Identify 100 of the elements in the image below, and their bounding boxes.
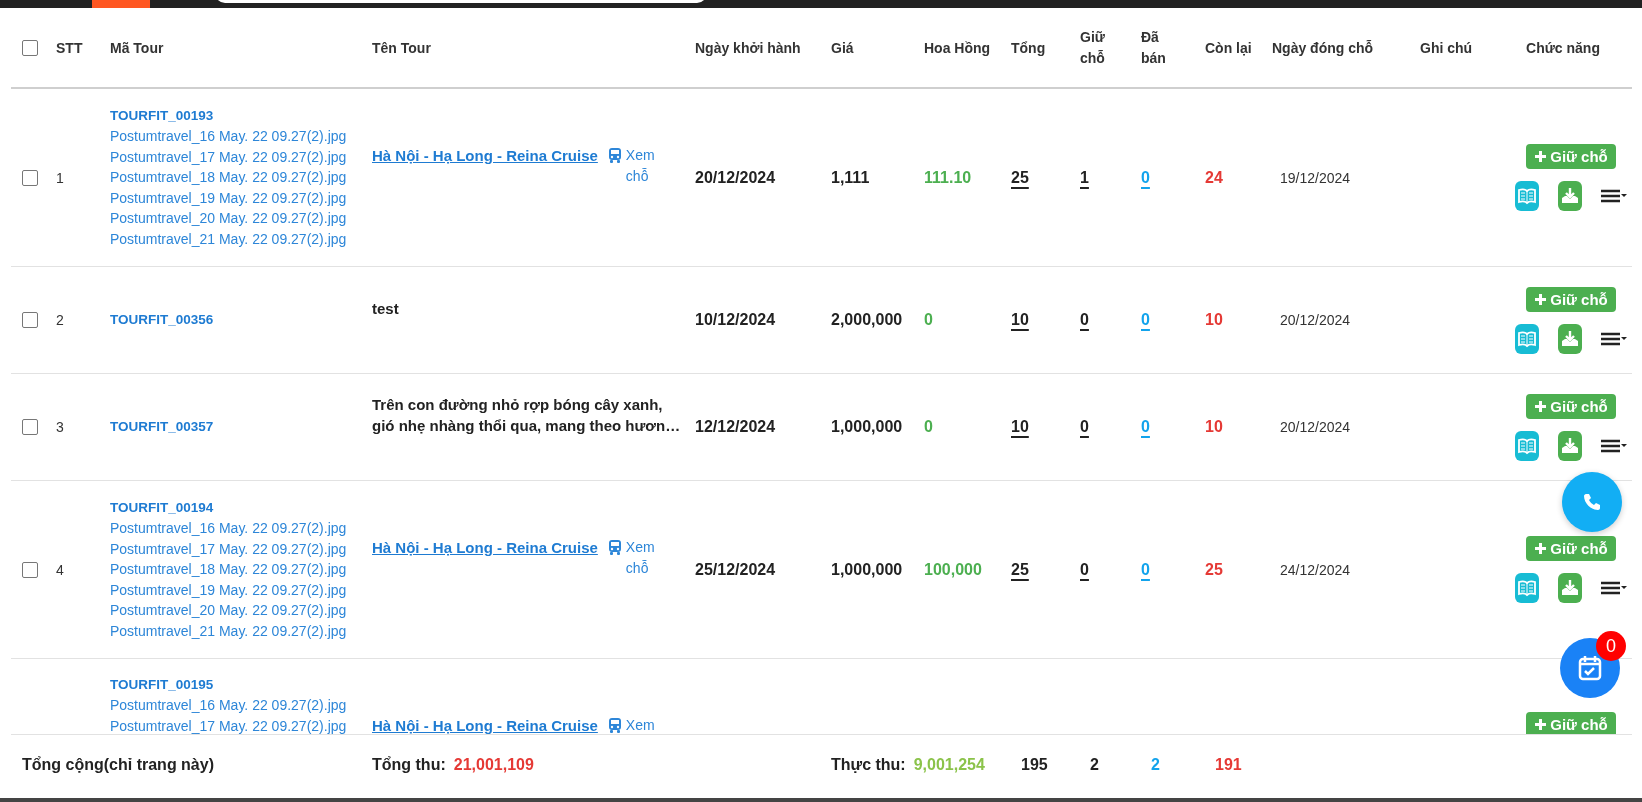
- tour-link[interactable]: Hà Nội - Hạ Long - Reina Cruise: [372, 146, 598, 164]
- commission: 0: [924, 311, 933, 328]
- file-link[interactable]: Postumtravel_18 May. 22 09.27(2).jpg: [110, 167, 347, 188]
- menu-icon[interactable]: [1601, 437, 1627, 454]
- tour-name: Trên con đường nhỏ rợp bóng cây xanh, gió nhẹ nhàng thổi qua, mang theo hươn…: [372, 396, 681, 434]
- view-seats-link[interactable]: Xem chỗ: [625, 536, 655, 579]
- sold-seats[interactable]: 0: [1141, 418, 1150, 436]
- column-header: STT: [56, 39, 83, 56]
- total-seats[interactable]: 10: [1011, 311, 1029, 329]
- book-icon[interactable]: [1515, 573, 1539, 603]
- tour-code[interactable]: TOURFIT_00195: [110, 675, 214, 695]
- column-header: Tên Tour: [372, 39, 431, 56]
- calendar-icon: [1577, 654, 1603, 682]
- tour-code[interactable]: TOURFIT_00193: [110, 106, 214, 126]
- tour-code[interactable]: TOURFIT_00194: [110, 498, 214, 518]
- view-seats-link[interactable]: Xem chỗ: [625, 144, 655, 187]
- hold-seat-button[interactable]: Giữ chỗ: [1526, 286, 1616, 312]
- book-icon[interactable]: [1515, 181, 1539, 211]
- tour-link[interactable]: Hà Nội - Hạ Long - Reina Cruise: [372, 538, 598, 556]
- file-link[interactable]: Postumtravel_21 May. 22 09.27(2).jpg: [110, 228, 347, 249]
- tour-code[interactable]: TOURFIT_00357: [110, 417, 214, 437]
- sold-seats[interactable]: 0: [1141, 168, 1150, 187]
- price: 2,000,000: [831, 311, 903, 328]
- column-header: Mã Tour: [110, 39, 164, 56]
- hold-seat-button[interactable]: Giữ chỗ: [1526, 144, 1616, 169]
- view-seats-link[interactable]: Xem: [625, 715, 655, 734]
- row-number: 3: [56, 419, 64, 435]
- column-header: Chức năng: [1526, 39, 1600, 56]
- file-link[interactable]: Postumtravel_16 May. 22 09.27(2).jpg: [110, 126, 347, 147]
- net-revenue-label: Thực thu:: [831, 756, 906, 773]
- remaining-sum: 191: [1215, 756, 1242, 773]
- download-icon[interactable]: [1558, 323, 1582, 354]
- checkbox[interactable]: [22, 169, 38, 186]
- download-icon[interactable]: [1558, 181, 1582, 211]
- sold-seats[interactable]: 0: [1141, 311, 1150, 329]
- departure-date: 20/12/2024: [695, 168, 776, 186]
- sold-seats[interactable]: 0: [1141, 560, 1150, 579]
- revenue-label: Tổng thu:: [372, 756, 446, 773]
- file-link[interactable]: Postumtravel_17 May. 22 09.27(2).jpg: [110, 146, 347, 167]
- download-icon[interactable]: [1558, 430, 1582, 461]
- bus-icon: [607, 718, 622, 733]
- held-seats[interactable]: 0: [1080, 560, 1089, 579]
- remaining-seats: 10: [1205, 311, 1223, 329]
- price: 1,000,000: [831, 560, 903, 578]
- row-number: 4: [56, 561, 64, 578]
- hold-seat-button[interactable]: Giữ chỗ: [1526, 536, 1616, 561]
- price: 1,111: [831, 168, 870, 186]
- checkbox[interactable]: [22, 419, 38, 435]
- menu-icon[interactable]: [1601, 188, 1627, 204]
- book-icon[interactable]: [1515, 430, 1539, 461]
- closing-date: 19/12/2024: [1279, 169, 1351, 186]
- file-link[interactable]: Postumtravel_16 May. 22 09.27(2).jpg: [110, 518, 347, 539]
- held-seats[interactable]: 0: [1080, 311, 1089, 329]
- total-seats[interactable]: 25: [1011, 168, 1029, 187]
- file-link[interactable]: Postumtravel_19 May. 22 09.27(2).jpg: [110, 579, 347, 600]
- checkbox[interactable]: [22, 312, 38, 328]
- column-header: Tổng: [1011, 39, 1046, 56]
- remaining-seats: 10: [1205, 418, 1223, 436]
- file-link[interactable]: Postumtravel_16 May. 22 09.27(2).jpg: [110, 695, 347, 716]
- checkbox[interactable]: [22, 561, 38, 578]
- column-header: Hoa Hồng: [924, 39, 991, 56]
- column-header: Đã bán: [1141, 27, 1166, 68]
- hold-seat-button[interactable]: Giữ chỗ: [1526, 712, 1616, 734]
- checkbox[interactable]: [22, 39, 38, 56]
- departure-date: 10/12/2024: [695, 311, 776, 328]
- column-header: Còn lại: [1205, 39, 1252, 56]
- net-revenue-value: 9,001,254: [913, 756, 985, 773]
- held-seats[interactable]: 1: [1080, 168, 1089, 187]
- file-link[interactable]: Postumtravel_17 May. 22 09.27(2).jpg: [110, 715, 347, 734]
- menu-icon[interactable]: [1601, 330, 1627, 347]
- file-link[interactable]: Postumtravel_19 May. 22 09.27(2).jpg: [110, 187, 347, 208]
- tour-name: test: [372, 299, 399, 317]
- tour-link[interactable]: Hà Nội - Hạ Long - Reina Cruise: [372, 717, 598, 734]
- held-sum: 2: [1090, 756, 1099, 773]
- file-link[interactable]: Postumtravel_20 May. 22 09.27(2).jpg: [110, 600, 347, 621]
- price: 1,000,000: [831, 418, 903, 435]
- menu-icon[interactable]: [1601, 580, 1627, 596]
- hold-seat-button[interactable]: Giữ chỗ: [1526, 393, 1616, 419]
- departure-date: 25/12/2024: [695, 560, 776, 578]
- phone-button[interactable]: [1562, 472, 1622, 532]
- column-header: Giữ chỗ: [1080, 27, 1105, 68]
- remaining-seats: 24: [1205, 168, 1223, 187]
- total-seats[interactable]: 10: [1011, 418, 1029, 436]
- column-header: Ngày đóng chỗ: [1272, 39, 1374, 56]
- commission: 111.10: [924, 168, 972, 186]
- row-number: 1: [56, 169, 64, 186]
- total-sum: 195: [1021, 756, 1048, 773]
- plus-icon: [1534, 150, 1548, 163]
- download-icon[interactable]: [1558, 573, 1582, 603]
- bus-icon: [607, 539, 622, 555]
- book-icon[interactable]: [1515, 323, 1539, 354]
- tour-code[interactable]: TOURFIT_00356: [110, 310, 214, 330]
- held-seats[interactable]: 0: [1080, 418, 1089, 436]
- column-header: Ghi chú: [1420, 39, 1473, 56]
- file-link[interactable]: Postumtravel_21 May. 22 09.27(2).jpg: [110, 620, 347, 641]
- total-seats[interactable]: 25: [1011, 560, 1029, 579]
- file-link[interactable]: Postumtravel_17 May. 22 09.27(2).jpg: [110, 538, 347, 559]
- file-link[interactable]: Postumtravel_18 May. 22 09.27(2).jpg: [110, 559, 347, 580]
- file-link[interactable]: Postumtravel_20 May. 22 09.27(2).jpg: [110, 208, 347, 229]
- column-header: Giá: [831, 39, 854, 56]
